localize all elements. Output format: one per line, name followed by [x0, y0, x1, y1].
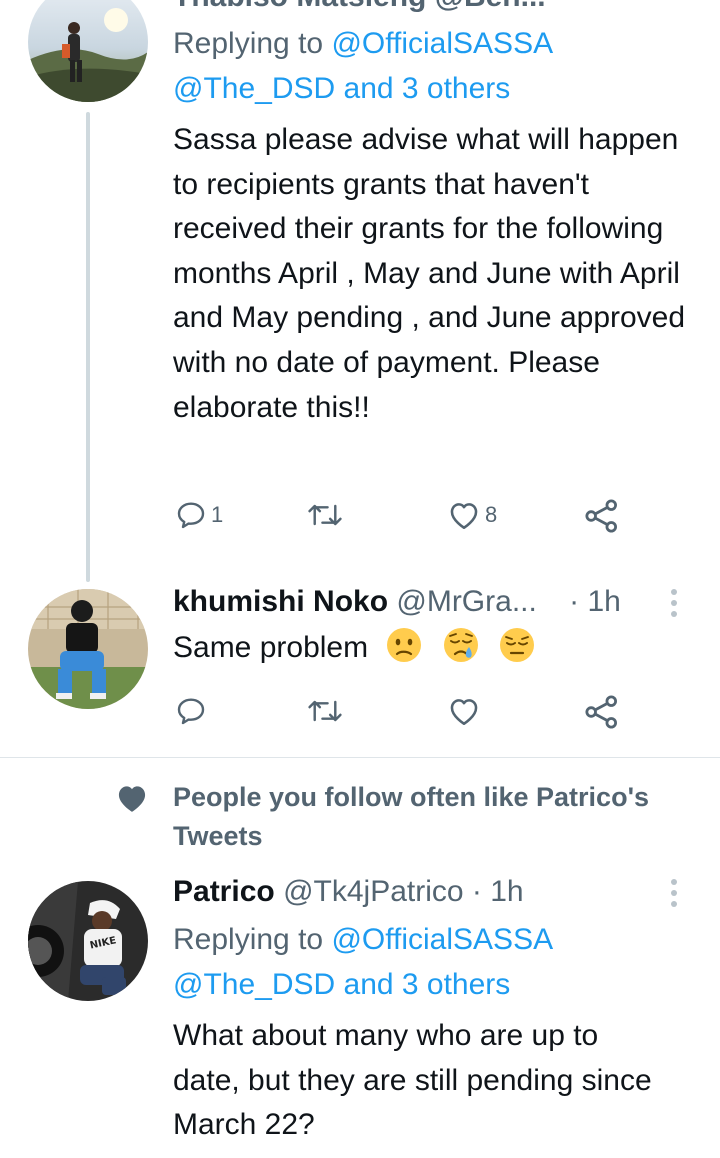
tweet-time[interactable]: · 1h	[472, 875, 524, 908]
tweet3-body: What about many who are up to date, but …	[173, 1019, 652, 1142]
reply-icon	[177, 698, 205, 725]
share-button[interactable]	[583, 695, 621, 729]
heart-filled-icon	[118, 786, 146, 812]
tweet3-header: Patrico @Tk4jPatrico · 1h	[173, 875, 524, 909]
reply-count: 1	[211, 502, 224, 527]
author-name[interactable]: Patrico	[173, 875, 275, 908]
tweet-time[interactable]: · 1h	[569, 585, 621, 618]
like-button[interactable]	[447, 695, 481, 727]
tweet2-text: Same problem	[173, 631, 369, 664]
like-count: 8	[485, 502, 498, 527]
confused-face-icon	[387, 628, 422, 662]
like-button[interactable]: 8	[447, 499, 497, 531]
tweet2-header: khumishi Noko @MrGra... · 1h	[173, 585, 621, 619]
reply-button[interactable]	[175, 695, 207, 727]
replying-prefix: Replying to	[173, 27, 324, 60]
tweet1-body: Sassa please advise what will happen to …	[173, 123, 686, 424]
reply-button[interactable]: 1	[175, 499, 223, 531]
avatar-tweet3[interactable]: NIKE	[28, 881, 148, 1001]
share-icon	[585, 499, 617, 533]
reply-handle-link[interactable]: @OfficialSASSA	[331, 923, 553, 956]
retweet-icon	[308, 700, 342, 722]
reply-others-link[interactable]: @The_DSD and 3 others	[173, 72, 510, 105]
author-handle[interactable]: @MrGra...	[396, 585, 536, 618]
tweet3-replying-to: Replying to @OfficialSASSA @The_DSD and …	[173, 918, 693, 1007]
tweet1-replying-to: Replying to @OfficialSASSA @The_DSD and …	[173, 22, 693, 111]
pensive-face-icon	[500, 628, 535, 662]
tweet1-name-partial: Thabiso Matsieng @Ben...	[173, 0, 546, 14]
share-icon	[585, 695, 617, 729]
reply-others-link[interactable]: @The_DSD and 3 others	[173, 968, 510, 1001]
more-options-button[interactable]	[671, 589, 679, 622]
retweet-button[interactable]	[307, 695, 343, 727]
profile-photo-icon	[28, 589, 148, 709]
retweet-icon	[308, 504, 342, 526]
reply-handle-link[interactable]: @OfficialSASSA	[331, 27, 553, 60]
share-button[interactable]	[583, 499, 621, 533]
retweet-button[interactable]	[307, 499, 347, 531]
author-name[interactable]: khumishi Noko	[173, 585, 388, 618]
profile-photo-icon	[28, 0, 148, 102]
avatar-tweet1[interactable]	[28, 0, 148, 102]
heart-icon	[450, 699, 478, 726]
tweet-divider	[0, 757, 720, 758]
more-options-button[interactable]	[671, 879, 679, 912]
thread-connector-line	[86, 112, 90, 582]
social-context-text: People you follow often like Patrico's T…	[173, 782, 650, 851]
avatar-tweet2[interactable]	[28, 589, 148, 709]
profile-photo-icon: NIKE	[28, 881, 148, 1001]
tweet2-body: Same problem	[173, 626, 693, 671]
sad-face-with-tear-icon	[443, 628, 478, 662]
heart-icon	[450, 503, 478, 530]
reply-icon	[177, 502, 205, 529]
replying-prefix: Replying to	[173, 923, 324, 956]
author-handle[interactable]: @Tk4jPatrico	[283, 875, 464, 908]
